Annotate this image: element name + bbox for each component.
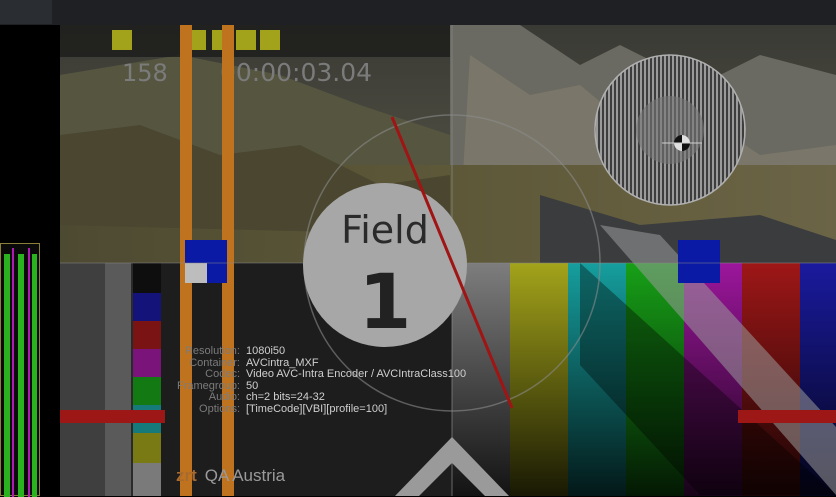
- info-row-audio: Audio: ch=2 bits=24-32: [90, 391, 530, 404]
- audio-meter-channel-2: [18, 254, 24, 497]
- info-value: 1080i50: [246, 345, 286, 357]
- audio-meter-peak-1: [12, 248, 14, 497]
- audio-meter-panel: [0, 243, 40, 497]
- test-pattern-canvas: 158 00:00:03.04 Field 1: [60, 25, 836, 496]
- info-row-options: Options: [TimeCode][VBI][profile=100]: [90, 402, 530, 416]
- red-bar-right: [738, 410, 836, 423]
- stream-info: Resolution: 1080i50 Container: AVCintra_…: [90, 345, 530, 416]
- audio-meter-channel-3: [32, 254, 37, 497]
- blue-marker-left: [185, 240, 227, 283]
- info-value: [TimeCode][VBI][profile=100]: [246, 402, 388, 415]
- indicator-square: [112, 30, 132, 50]
- logo-text: QA Austria: [204, 466, 286, 485]
- info-row-resolution: Resolution: 1080i50: [90, 345, 530, 358]
- test-pattern-viewer[interactable]: 158 00:00:03.04 Field 1: [60, 25, 836, 496]
- audio-meter-peak-2: [28, 248, 30, 497]
- info-value: ch=2 bits=24-32: [246, 391, 325, 403]
- top-bar: [0, 0, 836, 25]
- indicator-square: [260, 30, 280, 50]
- field-number: 1: [359, 257, 412, 346]
- info-label: Resolution:: [184, 345, 240, 357]
- info-value: Video AVC-Intra Encoder / AVCIntraClass1…: [246, 368, 467, 380]
- blue-marker-right: [678, 240, 720, 283]
- frame-number: 158: [122, 59, 168, 87]
- top-bar-tab[interactable]: [0, 0, 52, 24]
- timecode: 00:00:03.04: [220, 58, 372, 87]
- audio-meter-channel-1: [4, 254, 10, 497]
- field-label: Field: [341, 208, 429, 252]
- zone-plate-circle-icon: [594, 54, 746, 206]
- info-label: Options:: [199, 402, 240, 415]
- info-label: Codec:: [205, 368, 240, 380]
- info-label: Audio:: [208, 391, 240, 403]
- logo-brand: zrt: [176, 466, 197, 485]
- indicator-square: [236, 30, 256, 50]
- info-row-codec: Codec: Video AVC-Intra Encoder / AVCIntr…: [90, 368, 530, 381]
- brand-logo: zrt QA Austria: [176, 466, 285, 486]
